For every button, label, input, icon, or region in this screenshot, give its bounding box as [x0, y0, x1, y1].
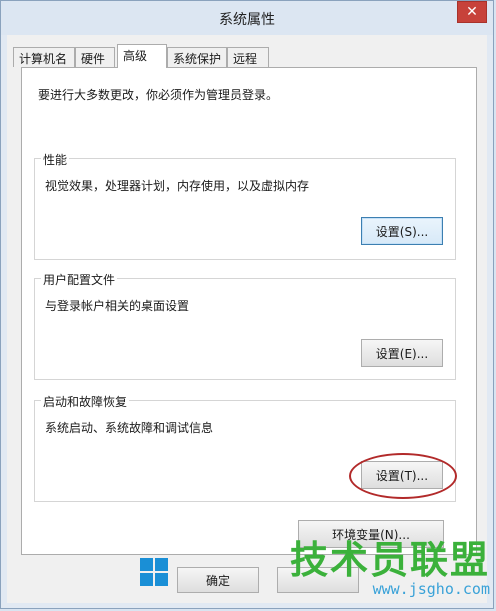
user-profiles-description: 与登录帐户相关的桌面设置 [45, 299, 190, 313]
startup-recovery-group: 启动和故障恢复 系统启动、系统故障和调试信息 设置(T)... [34, 393, 457, 502]
tab-hardware[interactable]: 硬件 [75, 47, 115, 67]
performance-settings-button[interactable]: 设置(S)... [361, 217, 443, 245]
title-bar[interactable]: 系统属性 ✕ [1, 1, 493, 35]
windows-logo-icon [139, 558, 168, 586]
user-profiles-group-title: 用户配置文件 [41, 271, 118, 288]
user-profiles-group: 用户配置文件 与登录帐户相关的桌面设置 设置(E)... [34, 271, 456, 380]
tab-remote[interactable]: 远程 [227, 47, 269, 67]
watermark-title: 技术员联盟 [289, 538, 490, 582]
ok-button[interactable]: 确定 [177, 567, 259, 593]
admin-note: 要进行大多数更改，你必须作为管理员登录。 [38, 88, 279, 102]
tab-advanced[interactable]: 高级 [117, 44, 167, 68]
performance-group: 性能 视觉效果，处理器计划，内存使用，以及虚拟内存 设置(S)... [34, 151, 456, 260]
advanced-tab-panel: 要进行大多数更改，你必须作为管理员登录。 性能 视觉效果，处理器计划，内存使用，… [21, 67, 477, 555]
window-title: 系统属性 [219, 12, 275, 28]
watermark: 技术员联盟 www.jsgho.com [139, 538, 490, 598]
close-icon: ✕ [466, 4, 478, 20]
close-button[interactable]: ✕ [457, 1, 487, 23]
startup-recovery-group-title: 启动和故障恢复 [41, 393, 130, 410]
tab-system-protection[interactable]: 系统保护 [167, 47, 227, 67]
user-profiles-settings-button[interactable]: 设置(E)... [361, 339, 443, 367]
performance-group-title: 性能 [41, 151, 70, 168]
system-properties-window: 系统属性 ✕ 计算机名 硬件 高级 系统保护 远程 要进行大多数更改，你必须作为… [0, 0, 494, 609]
startup-recovery-settings-button[interactable]: 设置(T)... [361, 461, 443, 489]
tab-computer-name[interactable]: 计算机名 [13, 47, 75, 67]
startup-recovery-description: 系统启动、系统故障和调试信息 [45, 421, 214, 435]
watermark-url: www.jsgho.com [372, 580, 490, 598]
dialog-client-area: 计算机名 硬件 高级 系统保护 远程 要进行大多数更改，你必须作为管理员登录。 … [7, 35, 487, 603]
performance-description: 视觉效果，处理器计划，内存使用，以及虚拟内存 [45, 179, 310, 193]
